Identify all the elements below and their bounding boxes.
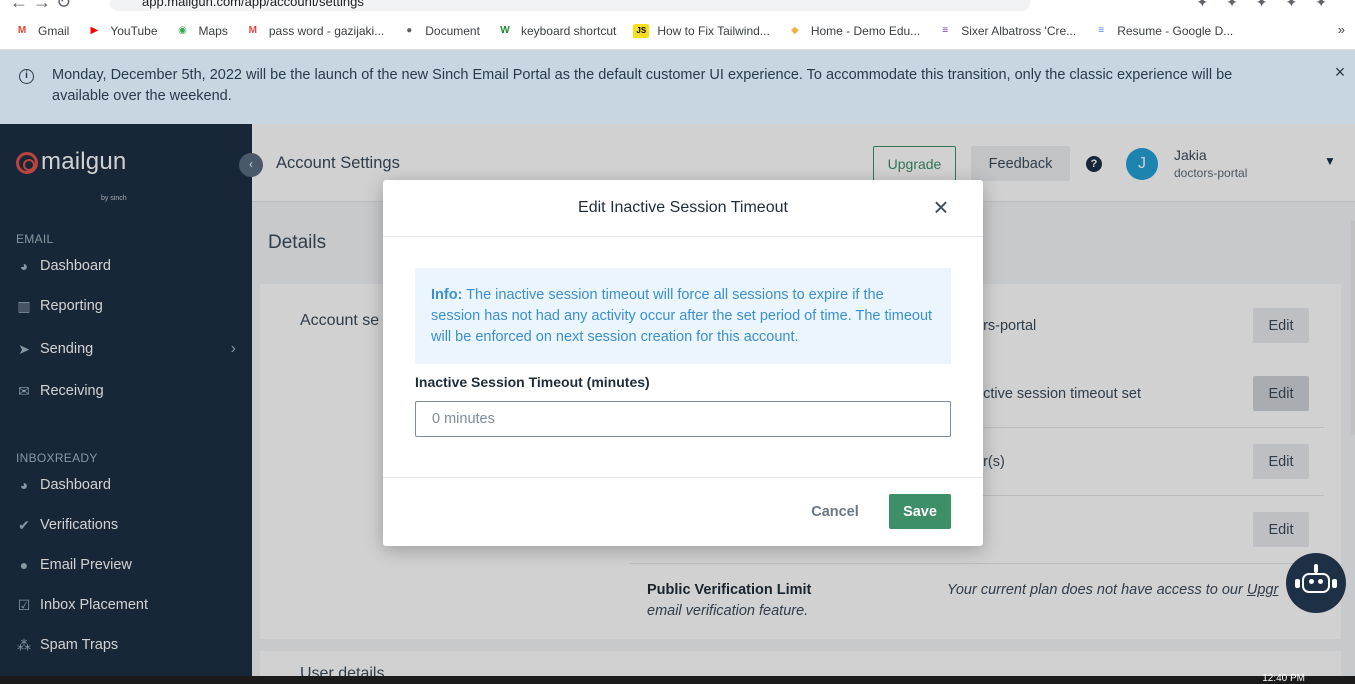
bookmarks-more-button[interactable]: »: [1338, 22, 1345, 37]
bookmark-item[interactable]: JS How to Fix Tailwind...: [633, 23, 770, 38]
youtube-icon: ▶: [90, 25, 99, 36]
info-label: Info:: [431, 287, 463, 303]
bookmark-item[interactable]: Wkeyboard shortcut: [497, 24, 616, 38]
bookmark-label: pass word - gazijaki...: [268, 23, 385, 38]
bookmark-item[interactable]: ≡ Resume - Google D...: [1093, 24, 1233, 38]
timeout-field-label: Inactive Session Timeout (minutes): [415, 374, 650, 390]
bookmark-label: Home - Demo Edu...: [810, 23, 921, 38]
banner-close-icon[interactable]: ×: [1331, 62, 1349, 83]
robot-eye: [1309, 579, 1314, 584]
banner-text: Monday, December 5th, 2022 will be the l…: [52, 67, 1233, 104]
announcement-banner: i Monday, December 5th, 2022 will be the…: [0, 50, 1355, 124]
extension-icons[interactable]: ✦✦✦✦✦: [1196, 0, 1345, 11]
bookmark-item[interactable]: ● Document: [401, 24, 480, 38]
maps-icon: ◉: [178, 25, 187, 36]
info-box: Info: The inactive session timeout will …: [415, 268, 951, 364]
address-bar[interactable]: app.mailgun.com/app/account/settings: [110, 0, 1030, 11]
docs-icon: ≡: [1098, 25, 1105, 36]
bookmarks-bar: M Gmail ▶ YouTube ◉ Maps Mpass word - gazijaki…: [0, 12, 1355, 50]
clock: 12:40 PM: [1262, 673, 1305, 684]
bookmark-item[interactable]: ◉ Maps: [175, 24, 228, 38]
bookmark-label: Maps: [198, 23, 228, 38]
edit-timeout-modal: Edit Inactive Session Timeout × Info: Th…: [383, 180, 983, 546]
close-icon[interactable]: ×: [929, 194, 953, 220]
gmail-icon: M: [248, 25, 258, 36]
bookmark-label: How to Fix Tailwind...: [657, 23, 770, 38]
back-forward-icons[interactable]: ← → ↻: [10, 0, 71, 12]
modal-header: Edit Inactive Session Timeout ×: [383, 180, 983, 237]
bookmark-label: Sixer Albatross 'Cre...: [961, 23, 1077, 38]
bookmark-item[interactable]: Mpass word - gazijaki...: [245, 23, 385, 38]
os-taskbar: 12:40 PM: [0, 673, 1355, 684]
bookmark-label: Document: [425, 23, 480, 38]
browser-toolbar: ← → ↻ app.mailgun.com/app/account/settin…: [0, 0, 1355, 12]
info-text: The inactive session timeout will force …: [431, 287, 933, 345]
bookmark-label: keyboard shortcut: [520, 23, 617, 38]
robot-icon: [1314, 564, 1318, 573]
robot-ear: [1295, 579, 1300, 588]
document-icon: ●: [406, 25, 413, 36]
js-icon: JS: [633, 23, 650, 38]
gmail-icon: M: [17, 25, 27, 36]
bookmark-label: YouTube: [110, 23, 158, 38]
page-scrollbar[interactable]: [1351, 220, 1355, 435]
chatbot-button[interactable]: [1286, 553, 1346, 613]
bookmark-label: Resume - Google D...: [1117, 23, 1234, 38]
edu-icon: ◆: [790, 25, 799, 36]
cancel-button[interactable]: Cancel: [799, 494, 871, 529]
save-button[interactable]: Save: [889, 494, 951, 529]
robot-head: [1302, 573, 1330, 593]
bookmark-label: Gmail: [38, 23, 70, 38]
bookmark-item[interactable]: ▶ YouTube: [86, 24, 157, 38]
bookmark-item[interactable]: M Gmail: [14, 23, 70, 38]
bookmark-item[interactable]: ◆ Home - Demo Edu...: [787, 24, 920, 38]
list-icon: ≡: [942, 25, 949, 36]
w-icon: W: [500, 25, 510, 36]
modal-footer-divider: [383, 477, 983, 478]
robot-eye: [1318, 579, 1323, 584]
modal-title: Edit Inactive Session Timeout: [578, 199, 788, 216]
info-icon: i: [19, 69, 34, 84]
bookmark-item[interactable]: ≡ Sixer Albatross 'Cre...: [937, 24, 1076, 38]
robot-ear: [1332, 579, 1337, 588]
timeout-input[interactable]: [415, 401, 951, 437]
